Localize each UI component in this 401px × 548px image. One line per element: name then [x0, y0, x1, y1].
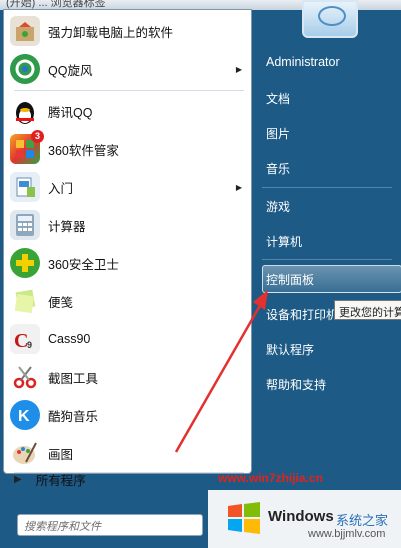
windows-logo-icon [228, 502, 260, 534]
brand-url-text: www.bjjmlv.com [308, 528, 386, 540]
brand-windows-text: Windows [268, 508, 334, 525]
red-pointer-arrow-icon [174, 290, 268, 453]
brand-watermark: Windows 系统之家 www.bjjmlv.com [208, 490, 401, 548]
watermark-url: www.win7zhijia.cn [218, 471, 323, 485]
brand-cn-text: 系统之家 [336, 513, 389, 528]
